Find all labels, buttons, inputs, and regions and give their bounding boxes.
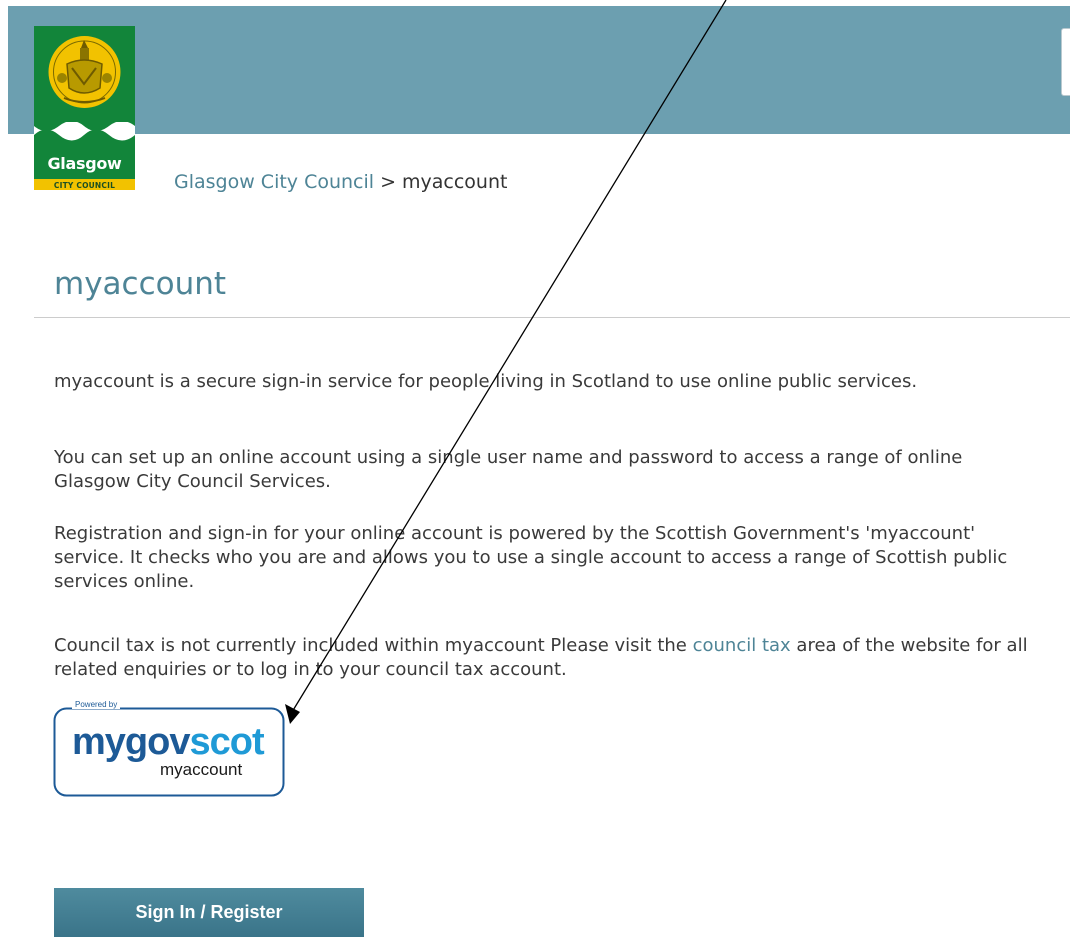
breadcrumb-home-link[interactable]: Glasgow City Council bbox=[174, 171, 374, 193]
title-divider bbox=[34, 317, 1070, 318]
breadcrumb: Glasgow City Council > myaccount bbox=[174, 171, 507, 193]
council-tax-text-before: Council tax is not currently included wi… bbox=[54, 635, 693, 656]
badge-brand: mygovscot bbox=[72, 721, 265, 763]
council-tax-link[interactable]: council tax bbox=[693, 635, 791, 656]
account-paragraph: You can set up an online account using a… bbox=[54, 447, 963, 492]
registration-paragraph: Registration and sign-in for your online… bbox=[54, 523, 1008, 592]
sign-in-register-button[interactable]: Sign In / Register bbox=[54, 888, 364, 937]
header-band bbox=[8, 6, 1070, 134]
intro-paragraph: myaccount is a secure sign-in service fo… bbox=[54, 371, 918, 392]
badge-powered-by: Powered by bbox=[72, 700, 121, 709]
badge-subtext: myaccount bbox=[160, 760, 243, 779]
council-tax-paragraph: Council tax is not currently included wi… bbox=[54, 634, 1044, 682]
header-search-input[interactable] bbox=[1061, 28, 1070, 96]
breadcrumb-current: myaccount bbox=[402, 171, 508, 193]
logo-subtitle: CITY COUNCIL bbox=[53, 181, 116, 190]
page-title: myaccount bbox=[54, 266, 227, 302]
badge-brand-my: my bbox=[72, 721, 126, 763]
badge-brand-scot: scot bbox=[189, 721, 264, 763]
arrow-head-icon bbox=[285, 704, 300, 724]
breadcrumb-separator: > bbox=[380, 171, 396, 193]
badge-brand-gov: gov bbox=[124, 721, 191, 763]
logo-name: Glasgow bbox=[47, 154, 122, 173]
